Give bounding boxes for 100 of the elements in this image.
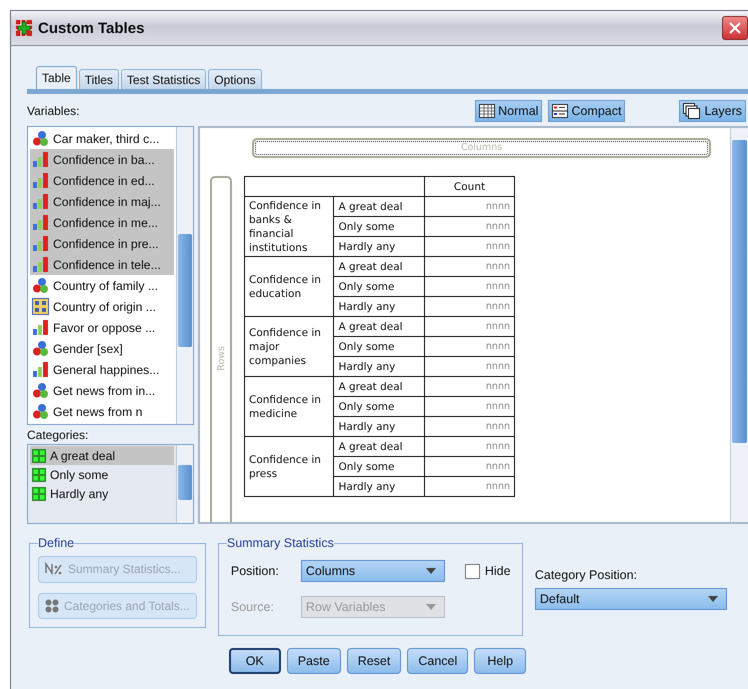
category-cell: A great deal <box>334 376 424 396</box>
count-cell: nnnn <box>424 376 514 396</box>
tab[interactable]: Table <box>36 66 77 89</box>
variable-item[interactable]: Favor or oppose ... <box>30 317 174 338</box>
category-cell: Only some <box>334 336 424 356</box>
bar-chart-icon <box>32 193 49 210</box>
dialog-button[interactable]: Cancel <box>407 648 468 674</box>
view-button[interactable]: Normal <box>475 100 542 122</box>
category-cell: A great deal <box>334 436 424 456</box>
variable-item[interactable]: Confidence in me... <box>30 212 174 233</box>
circles-icon <box>32 130 49 147</box>
count-cell: nnnn <box>424 256 514 276</box>
caret-icon <box>708 596 718 602</box>
tab[interactable]: Options <box>208 69 262 89</box>
variable-item[interactable]: Car maker, third c... <box>30 128 174 149</box>
categories-label: Categories: <box>27 428 90 442</box>
category-position-dropdown[interactable]: Default <box>534 588 727 610</box>
category-cell: Only some <box>334 216 424 236</box>
variable-item[interactable]: Get news from in... <box>30 380 174 401</box>
dialog-button[interactable]: Reset <box>346 648 402 674</box>
category-cell: Hardly any <box>334 356 424 376</box>
percent-icon <box>45 562 63 576</box>
layers-icon <box>683 103 702 119</box>
bar-chart-icon <box>32 214 49 231</box>
category-cell: Hardly any <box>334 416 424 436</box>
four-squares-icon <box>32 298 49 315</box>
circles-icon <box>32 277 49 294</box>
variable-item[interactable]: Gender [sex] <box>30 338 174 359</box>
view-button[interactable]: Compact <box>548 100 626 122</box>
caret-icon <box>426 604 436 610</box>
variable-item[interactable]: Confidence in ba... <box>30 149 174 170</box>
count-cell: nnnn <box>424 476 514 496</box>
hide-checkbox[interactable]: Hide <box>464 564 511 578</box>
dots-icon <box>45 598 59 613</box>
variable-item[interactable]: Country of origin ... <box>30 296 174 317</box>
position-dropdown[interactable]: Columns <box>300 560 445 582</box>
category-cell: Hardly any <box>334 476 424 496</box>
category-cell: A great deal <box>334 316 424 336</box>
count-cell: nnnn <box>424 456 514 476</box>
variable-item[interactable]: Confidence in maj... <box>30 191 174 212</box>
category-cell: Hardly any <box>334 296 424 316</box>
row-group-label: Confidence in major companies <box>244 316 334 376</box>
category-item[interactable]: A great deal <box>30 446 174 466</box>
dialog-button[interactable]: Paste <box>286 648 341 674</box>
variable-item[interactable]: Confidence in ed... <box>30 170 174 191</box>
grid-icon <box>32 468 46 482</box>
group-title: Summary Statistics <box>226 536 334 550</box>
category-cell: Only some <box>334 396 424 416</box>
group-title: Define <box>38 536 74 550</box>
row-group-label: Confidence in education <box>244 256 334 316</box>
count-cell: nnnn <box>424 316 514 336</box>
scrollbar[interactable] <box>730 128 748 522</box>
scrollbar[interactable] <box>176 445 193 523</box>
tab[interactable]: Test Statistics <box>120 69 206 89</box>
scrollbar[interactable] <box>176 127 193 424</box>
circles-icon <box>32 382 49 399</box>
caret-icon <box>426 568 436 574</box>
count-cell: nnnn <box>424 296 514 316</box>
variable-item[interactable]: Confidence in pre... <box>30 233 174 254</box>
count-cell: nnnn <box>424 416 514 436</box>
source-label: Source: <box>230 600 275 614</box>
window-title: Custom Tables <box>38 20 144 36</box>
bar-chart-icon <box>32 172 49 189</box>
count-cell: nnnn <box>424 356 514 376</box>
count-cell: nnnn <box>424 336 514 356</box>
count-cell: nnnn <box>424 276 514 296</box>
variable-item[interactable]: Country of family ... <box>30 275 174 296</box>
bar-chart-icon <box>32 361 49 378</box>
variable-item[interactable]: Confidence in tele... <box>30 254 174 275</box>
count-cell: nnnn <box>424 236 514 256</box>
grid-icon <box>479 104 496 118</box>
layers-button[interactable]: Layers <box>679 100 746 122</box>
category-item[interactable]: Only some <box>30 465 174 484</box>
category-cell: A great deal <box>334 256 424 276</box>
row-group-label: Confidence in press <box>244 436 334 496</box>
category-cell: Hardly any <box>334 236 424 256</box>
category-item[interactable]: Hardly any <box>30 484 174 504</box>
category-cell: Only some <box>334 456 424 476</box>
grid-icon <box>32 486 46 501</box>
count-cell: nnnn <box>424 396 514 416</box>
close-button[interactable] <box>722 16 748 40</box>
circles-icon <box>32 403 49 420</box>
dialog-button[interactable]: Help <box>474 648 526 674</box>
column-header: Count <box>424 176 514 196</box>
tab[interactable]: Titles <box>78 69 119 89</box>
row-group-label: Confidence in medicine <box>244 376 334 436</box>
position-label: Position: <box>230 564 280 578</box>
row-group-label: Confidence in banks & financial institutions <box>244 196 334 256</box>
bar-chart-icon <box>32 151 49 168</box>
count-cell: nnnn <box>424 436 514 456</box>
variable-item[interactable]: Get news from n <box>30 401 174 422</box>
dialog-button[interactable]: OK <box>228 648 281 674</box>
category-position-label: Category Position: <box>534 568 638 582</box>
bar-chart-icon <box>32 256 49 273</box>
count-cell: nnnn <box>424 196 514 216</box>
table-plus-icon <box>15 19 33 37</box>
bar-chart-icon <box>32 319 49 336</box>
variable-item[interactable]: General happines... <box>30 359 174 380</box>
category-cell: Only some <box>334 276 424 296</box>
list-icon <box>552 104 568 118</box>
